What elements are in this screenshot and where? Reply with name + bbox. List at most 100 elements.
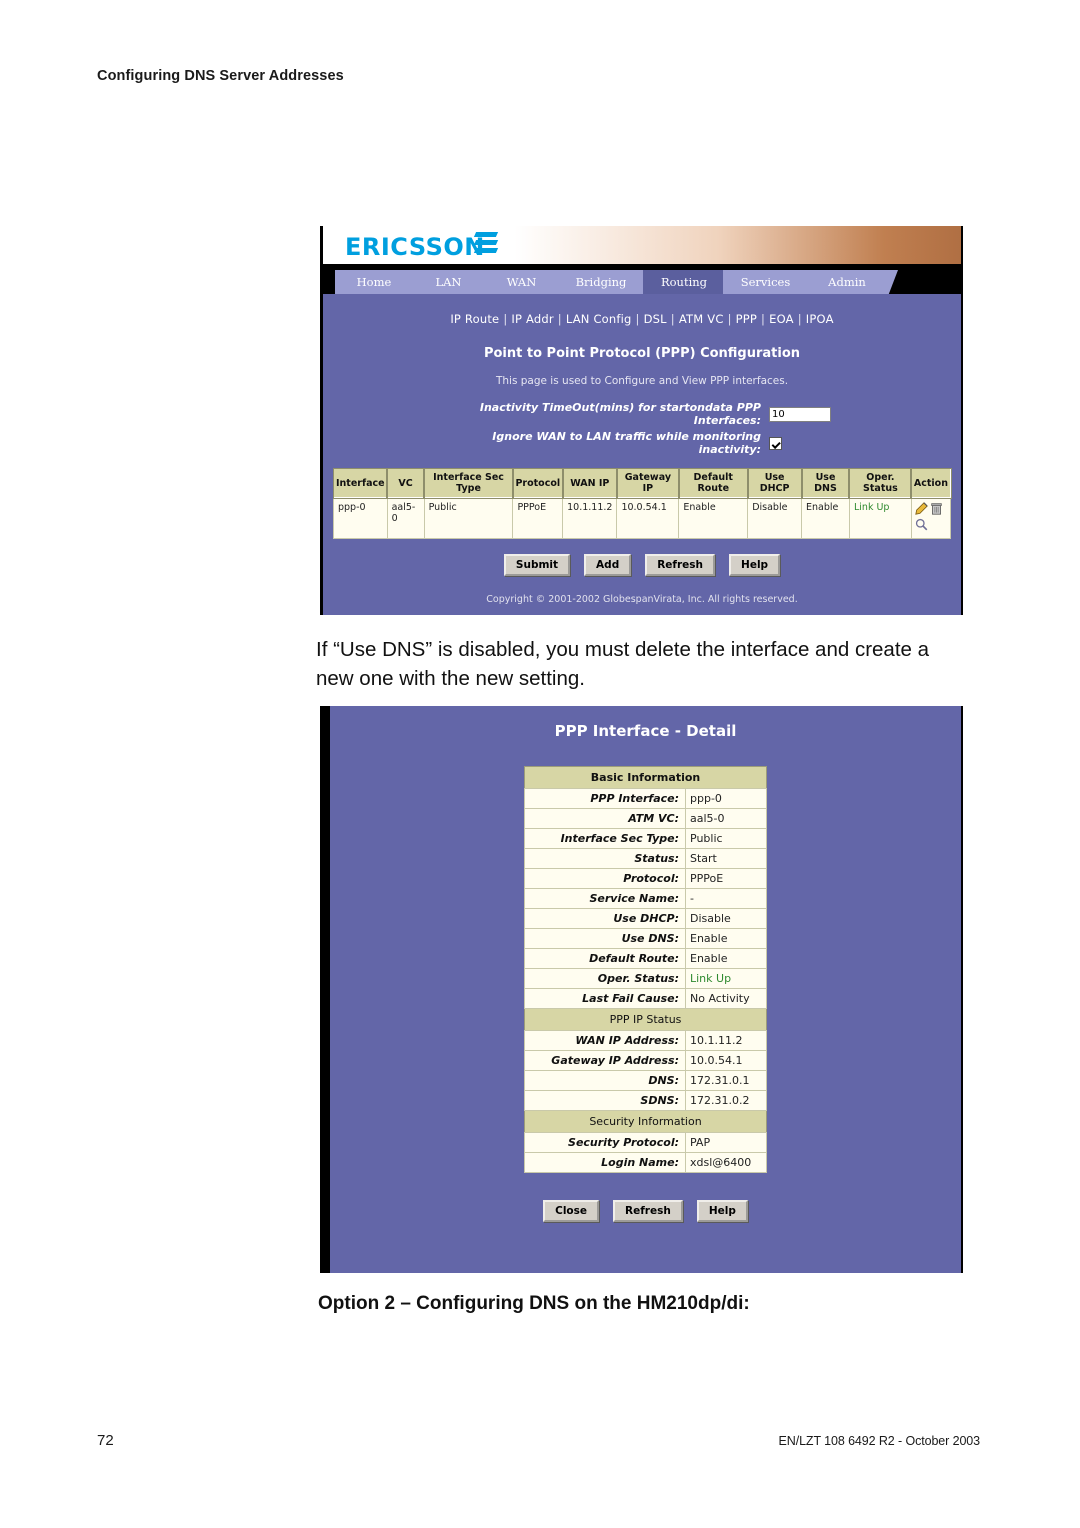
detail-row: Use DHCP: Disable — [524, 908, 767, 929]
detail-value: 10.1.11.2 — [685, 1030, 767, 1051]
detail-row: Use DNS: Enable — [524, 928, 767, 949]
inactivity-timeout-label: Inactivity TimeOut(mins) for startondata… — [479, 401, 761, 427]
cell-interface: ppp-0 — [333, 497, 388, 539]
detail-label: Service Name: — [524, 888, 686, 909]
subnav-item-ppp[interactable]: PPP — [735, 312, 758, 326]
subnav-separator: | — [727, 312, 732, 326]
screenshot-ppp-interface-detail: PPP Interface - Detail Basic Information… — [320, 706, 963, 1273]
tab-home[interactable]: Home — [335, 270, 423, 294]
detail-label: Gateway IP Address: — [524, 1050, 686, 1071]
help-button[interactable]: Help — [696, 1200, 748, 1222]
copyright-notice: Copyright © 2001-2002 GlobespanVirata, I… — [486, 594, 798, 605]
subnav-item-eoa[interactable]: EOA — [768, 312, 795, 326]
tab-routing[interactable]: Routing — [643, 270, 735, 294]
detail-value: aal5-0 — [685, 808, 767, 829]
detail-row: Login Name: xdsl@6400 — [524, 1152, 767, 1173]
detail-section-title: PPP IP Status — [524, 1008, 767, 1031]
detail-label: ATM VC: — [524, 808, 686, 829]
close-button[interactable]: Close — [543, 1200, 600, 1222]
column-header: Action — [910, 467, 952, 499]
cell-use-dhcp: Disable — [747, 497, 802, 539]
detail-value: 172.31.0.2 — [685, 1090, 767, 1111]
detail-label: Use DHCP: — [524, 908, 686, 929]
column-header: Gateway IP — [615, 467, 680, 499]
cell-wan-ip: 10.1.11.2 — [562, 497, 618, 539]
detail-value: 172.31.0.1 — [685, 1070, 767, 1091]
subnav-item-atm-vc[interactable]: ATM VC — [678, 312, 725, 326]
subnav-item-ip-addr[interactable]: IP Addr — [510, 312, 554, 326]
detail-value: 10.0.54.1 — [685, 1050, 767, 1071]
detail-label: Interface Sec Type: — [524, 828, 686, 849]
detail-label: PPP Interface: — [524, 788, 686, 809]
edit-pencil-icon[interactable] — [915, 502, 928, 518]
tab-services[interactable]: Services — [723, 270, 818, 294]
cell-gateway-ip: 10.0.54.1 — [616, 497, 680, 539]
detail-label: Default Route: — [524, 948, 686, 969]
config-button-row: Submit Add Refresh Help — [323, 553, 961, 576]
detail-label: SDNS: — [524, 1090, 686, 1111]
detail-button-row: Close Refresh Help — [330, 1199, 961, 1222]
cell-default-route: Enable — [678, 497, 749, 539]
submit-button[interactable]: Submit — [503, 554, 571, 576]
ericsson-logo-icon — [473, 232, 499, 258]
detail-row: DNS: 172.31.0.1 — [524, 1070, 767, 1091]
detail-row: PPP Interface: ppp-0 — [524, 788, 767, 809]
subnav-item-lan-config[interactable]: LAN Config — [565, 312, 633, 326]
ppp-interface-table: Interface VC Interface Sec Type Protocol WAN… — [332, 467, 952, 539]
view-magnifier-icon[interactable] — [915, 518, 928, 534]
detail-label: Status: — [524, 848, 686, 869]
detail-row: Interface Sec Type: Public — [524, 828, 767, 849]
detail-value: ppp-0 — [685, 788, 767, 809]
subnav-item-ip-route[interactable]: IP Route — [449, 312, 500, 326]
detail-row: ATM VC: aal5-0 — [524, 808, 767, 829]
subnav-separator: | — [797, 312, 802, 326]
inactivity-timeout-input[interactable]: 10 — [769, 406, 831, 422]
sub-navigation: IP Route | IP Addr | LAN Config | DSL | ATM VC | P… — [323, 294, 961, 326]
detail-label: Last Fail Cause: — [524, 988, 686, 1009]
detail-row: Gateway IP Address: 10.0.54.1 — [524, 1050, 767, 1071]
column-header: WAN IP — [561, 467, 618, 499]
detail-section-title: Security Information — [524, 1110, 767, 1133]
subnav-separator: | — [761, 312, 766, 326]
detail-value: PPPoE — [685, 868, 767, 889]
subnav-item-dsl[interactable]: DSL — [643, 312, 668, 326]
detail-row: Protocol: PPPoE — [524, 868, 767, 889]
detail-section-header: Basic Information — [524, 766, 767, 789]
body-paragraph: If “Use DNS” is disabled, you must delet… — [316, 638, 930, 690]
detail-row: Oper. Status: Link Up — [524, 968, 767, 989]
column-header: Oper. Status — [848, 467, 913, 499]
running-header: Configuring DNS Server Addresses — [97, 68, 344, 84]
add-button[interactable]: Add — [584, 554, 632, 576]
subnav-separator: | — [503, 312, 508, 326]
column-header: Interface Sec Type — [423, 467, 514, 499]
detail-value: No Activity — [685, 988, 767, 1009]
tab-lan[interactable]: LAN — [411, 270, 496, 294]
detail-value: xdsl@6400 — [685, 1152, 767, 1173]
table-row: ppp-0 aal5-0 Public PPPoE 10.1.11.2 10.0.54.1… — [333, 497, 952, 539]
detail-row: Default Route: Enable — [524, 948, 767, 969]
page-number: 72 — [97, 1432, 114, 1449]
refresh-button[interactable]: Refresh — [613, 1200, 683, 1222]
detail-panel-title: PPP Interface - Detail — [554, 722, 737, 740]
footer-reference: EN/LZT 108 6492 R2 - October 2003 — [778, 1434, 981, 1448]
refresh-button[interactable]: Refresh — [645, 554, 716, 576]
detail-section-header: Security Information — [524, 1110, 767, 1133]
delete-trash-icon[interactable] — [930, 502, 943, 518]
detail-value: Enable — [685, 948, 767, 969]
help-button[interactable]: Help — [729, 554, 781, 576]
subnav-item-ipoa[interactable]: IPOA — [805, 312, 835, 326]
detail-label: Protocol: — [524, 868, 686, 889]
main-tab-bar: Home LAN WAN Bridging Routing Services Admin — [323, 264, 961, 294]
ignore-wan-lan-checkbox[interactable] — [769, 436, 782, 450]
tab-wan[interactable]: WAN — [484, 270, 569, 294]
detail-value: Enable — [685, 928, 767, 949]
detail-label: Security Protocol: — [524, 1132, 686, 1153]
cell-oper-status[interactable]: Link Up — [848, 497, 912, 539]
page-title: Point to Point Protocol (PPP) Configurat… — [483, 346, 801, 361]
tab-bridging[interactable]: Bridging — [557, 270, 655, 294]
ignore-wan-lan-row: Ignore WAN to LAN traffic while monitori… — [453, 430, 961, 456]
detail-label: Use DNS: — [524, 928, 686, 949]
tab-admin[interactable]: Admin — [806, 270, 898, 294]
subnav-separator: | — [635, 312, 640, 326]
cell-protocol: PPPoE — [512, 497, 564, 539]
